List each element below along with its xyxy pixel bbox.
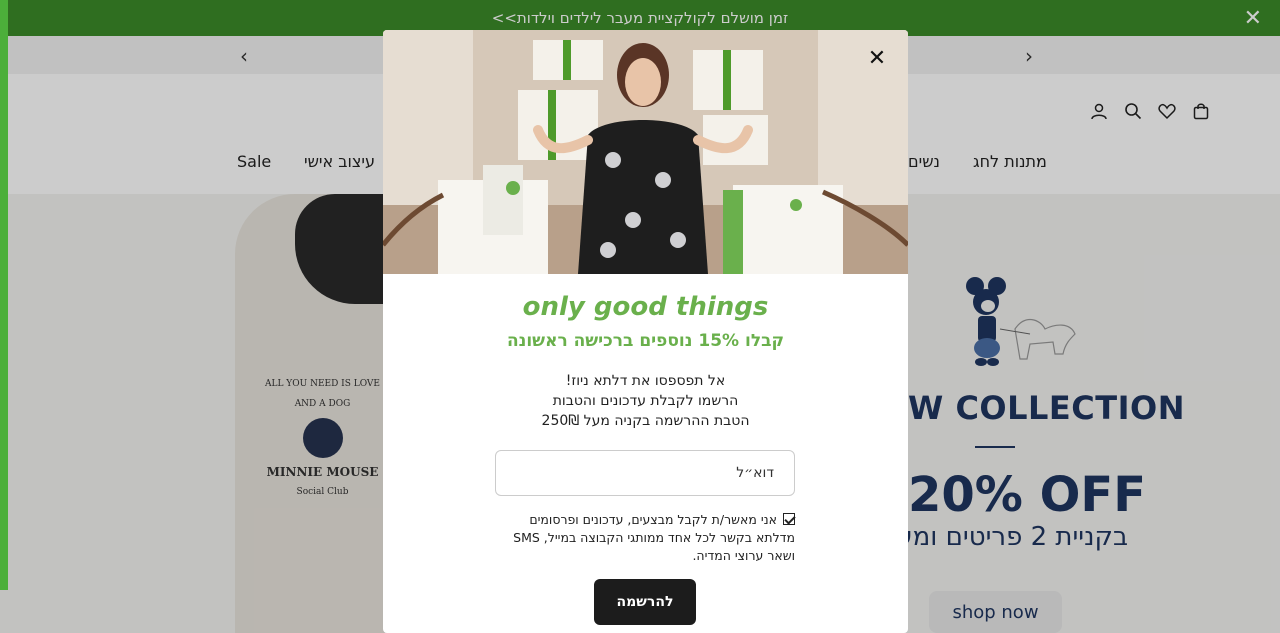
modal-title: only good things — [522, 292, 769, 322]
newsletter-modal: ✕ only good things קבלו 15% נוספים ברכיש… — [383, 30, 908, 633]
consent-label: אני מאשר/ת לקבל מבצעים, עדכונים ופרסומים… — [513, 512, 795, 563]
email-field[interactable] — [495, 450, 795, 496]
body-line: הטבת ההרשמה בקניה מעל 250₪ — [541, 413, 750, 429]
promo-photo — [383, 30, 908, 274]
submit-button[interactable]: להרשמה — [594, 579, 696, 625]
modal-body: אל תפספסו את דלתא ניוז! הרשמו לקבלת עדכו… — [383, 371, 908, 431]
modal-subtitle: קבלו 15% נוספים ברכישה ראשונה — [506, 331, 785, 351]
checkbox-checked-icon[interactable] — [783, 513, 795, 525]
close-icon[interactable]: ✕ — [864, 46, 890, 72]
side-tab[interactable] — [0, 0, 8, 590]
body-line: הרשמו לקבלת עדכונים והטבות — [552, 393, 739, 409]
consent-checkbox[interactable]: אני מאשר/ת לקבל מבצעים, עדכונים ופרסומים… — [495, 511, 795, 565]
body-line: אל תפספסו את דלתא ניוז! — [565, 373, 726, 389]
